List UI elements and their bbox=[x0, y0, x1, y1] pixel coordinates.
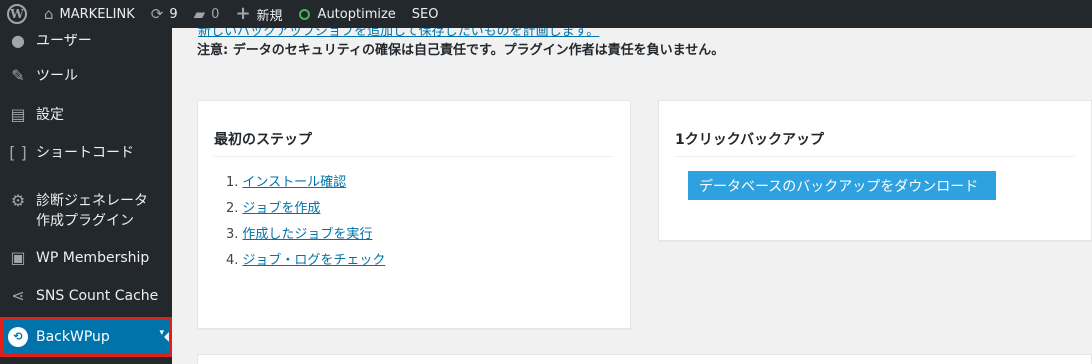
site-name: MARKELINK bbox=[59, 6, 135, 22]
list-item: 1. インストール確認 bbox=[226, 175, 347, 190]
list-item: 4. ジョブ・ログをチェック bbox=[226, 253, 386, 268]
status-dot-icon bbox=[298, 8, 310, 20]
wrench-icon: ✎ bbox=[11, 66, 25, 85]
sidebar-item-users[interactable]: ● ユーザー bbox=[0, 28, 172, 54]
updates-count: 9 bbox=[169, 6, 178, 22]
one-click-backup-panel: 1クリックバックアップ データベースのバックアップをダウンロード bbox=[658, 100, 1092, 241]
sidebar-item-diagnosis-generator[interactable]: ⚙ 診断ジェネレータ 作成プラグイン bbox=[0, 191, 172, 235]
plus-icon: + bbox=[235, 3, 251, 24]
wordpress-logo-icon: W bbox=[7, 4, 27, 24]
step-link-check-log[interactable]: ジョブ・ログをチェック bbox=[242, 253, 385, 268]
sidebar-item-settings[interactable]: ▤ 設定 bbox=[0, 105, 172, 131]
first-steps-panel: 最初のステップ 1. インストール確認 2. ジョブを作成 3. 作成したジョブを実行… bbox=[197, 100, 631, 329]
sidebar-item-tools[interactable]: ✎ ツール bbox=[0, 66, 172, 92]
shortcode-icon: [ ] bbox=[9, 143, 27, 162]
wordpress-logo-menu[interactable]: W bbox=[0, 0, 36, 28]
comments-count: 0 bbox=[211, 6, 220, 22]
step-link-run-job[interactable]: 作成したジョブを実行 bbox=[242, 227, 372, 242]
step-link-create-job[interactable]: ジョブを作成 bbox=[242, 201, 320, 216]
security-notice: 注意: データのセキュリティの確保は自己責任です。プラグイン作者は責任を負いませ… bbox=[197, 43, 725, 58]
share-icon: ⋖ bbox=[11, 286, 25, 305]
settings-icon: ▤ bbox=[10, 105, 26, 124]
home-icon: ⌂ bbox=[44, 4, 54, 23]
site-name-menu[interactable]: ⌂ MARKELINK bbox=[36, 0, 143, 28]
gear-icon: ⚙ bbox=[10, 191, 26, 210]
admin-sidebar: ● ユーザー ✎ ツール ▤ 設定 [ ] ショートコード ⚙ 診断ジェネレータ… bbox=[0, 28, 172, 364]
sidebar-item-shortcode[interactable]: [ ] ショートコード bbox=[0, 143, 172, 169]
comments-menu[interactable]: ▰ 0 bbox=[186, 0, 228, 28]
list-item: 3. 作成したジョブを実行 bbox=[226, 227, 373, 242]
divider bbox=[214, 156, 613, 157]
seo-label: SEO bbox=[411, 6, 439, 22]
one-click-backup-title: 1クリックバックアップ bbox=[675, 132, 825, 148]
autoptimize-menu[interactable]: Autoptimize bbox=[291, 0, 404, 28]
seo-menu[interactable]: SEO bbox=[404, 0, 447, 28]
next-panel bbox=[197, 354, 1092, 364]
main-content: 新しいバックアップジョブを追加して保存したいものを計画します。 注意: データの… bbox=[172, 24, 1092, 364]
first-steps-title: 最初のステップ bbox=[214, 132, 312, 148]
autoptimize-label: Autoptimize bbox=[317, 6, 396, 22]
sidebar-item-backwpup[interactable]: ⟲ BackWPup ▾ bbox=[0, 317, 172, 357]
download-db-backup-button[interactable]: データベースのバックアップをダウンロード bbox=[688, 171, 996, 200]
admin-bar: W ⌂ MARKELINK ⟳ 9 ▰ 0 + 新規 Autoptimize S… bbox=[0, 0, 1092, 28]
refresh-icon: ⟳ bbox=[150, 4, 164, 23]
sidebar-item-wp-membership[interactable]: ▣ WP Membership bbox=[0, 248, 172, 274]
step-link-install-check[interactable]: インストール確認 bbox=[242, 175, 346, 190]
steps-list: 1. インストール確認 2. ジョブを作成 3. 作成したジョブを実行 4. ジョブ・ロ… bbox=[226, 174, 385, 278]
new-content-menu[interactable]: + 新規 bbox=[227, 0, 290, 28]
current-menu-arrow bbox=[164, 329, 172, 345]
list-item: 2. ジョブを作成 bbox=[226, 201, 321, 216]
divider bbox=[675, 156, 1074, 157]
new-label: 新規 bbox=[256, 8, 283, 24]
sidebar-item-sns-count-cache[interactable]: ⋖ SNS Count Cache bbox=[0, 286, 172, 312]
user-icon: ● bbox=[11, 31, 25, 50]
id-card-icon: ▣ bbox=[10, 248, 26, 267]
updates-menu[interactable]: ⟳ 9 bbox=[143, 0, 186, 28]
backwpup-icon: ⟲ bbox=[8, 327, 28, 347]
comment-icon: ▰ bbox=[193, 4, 206, 23]
